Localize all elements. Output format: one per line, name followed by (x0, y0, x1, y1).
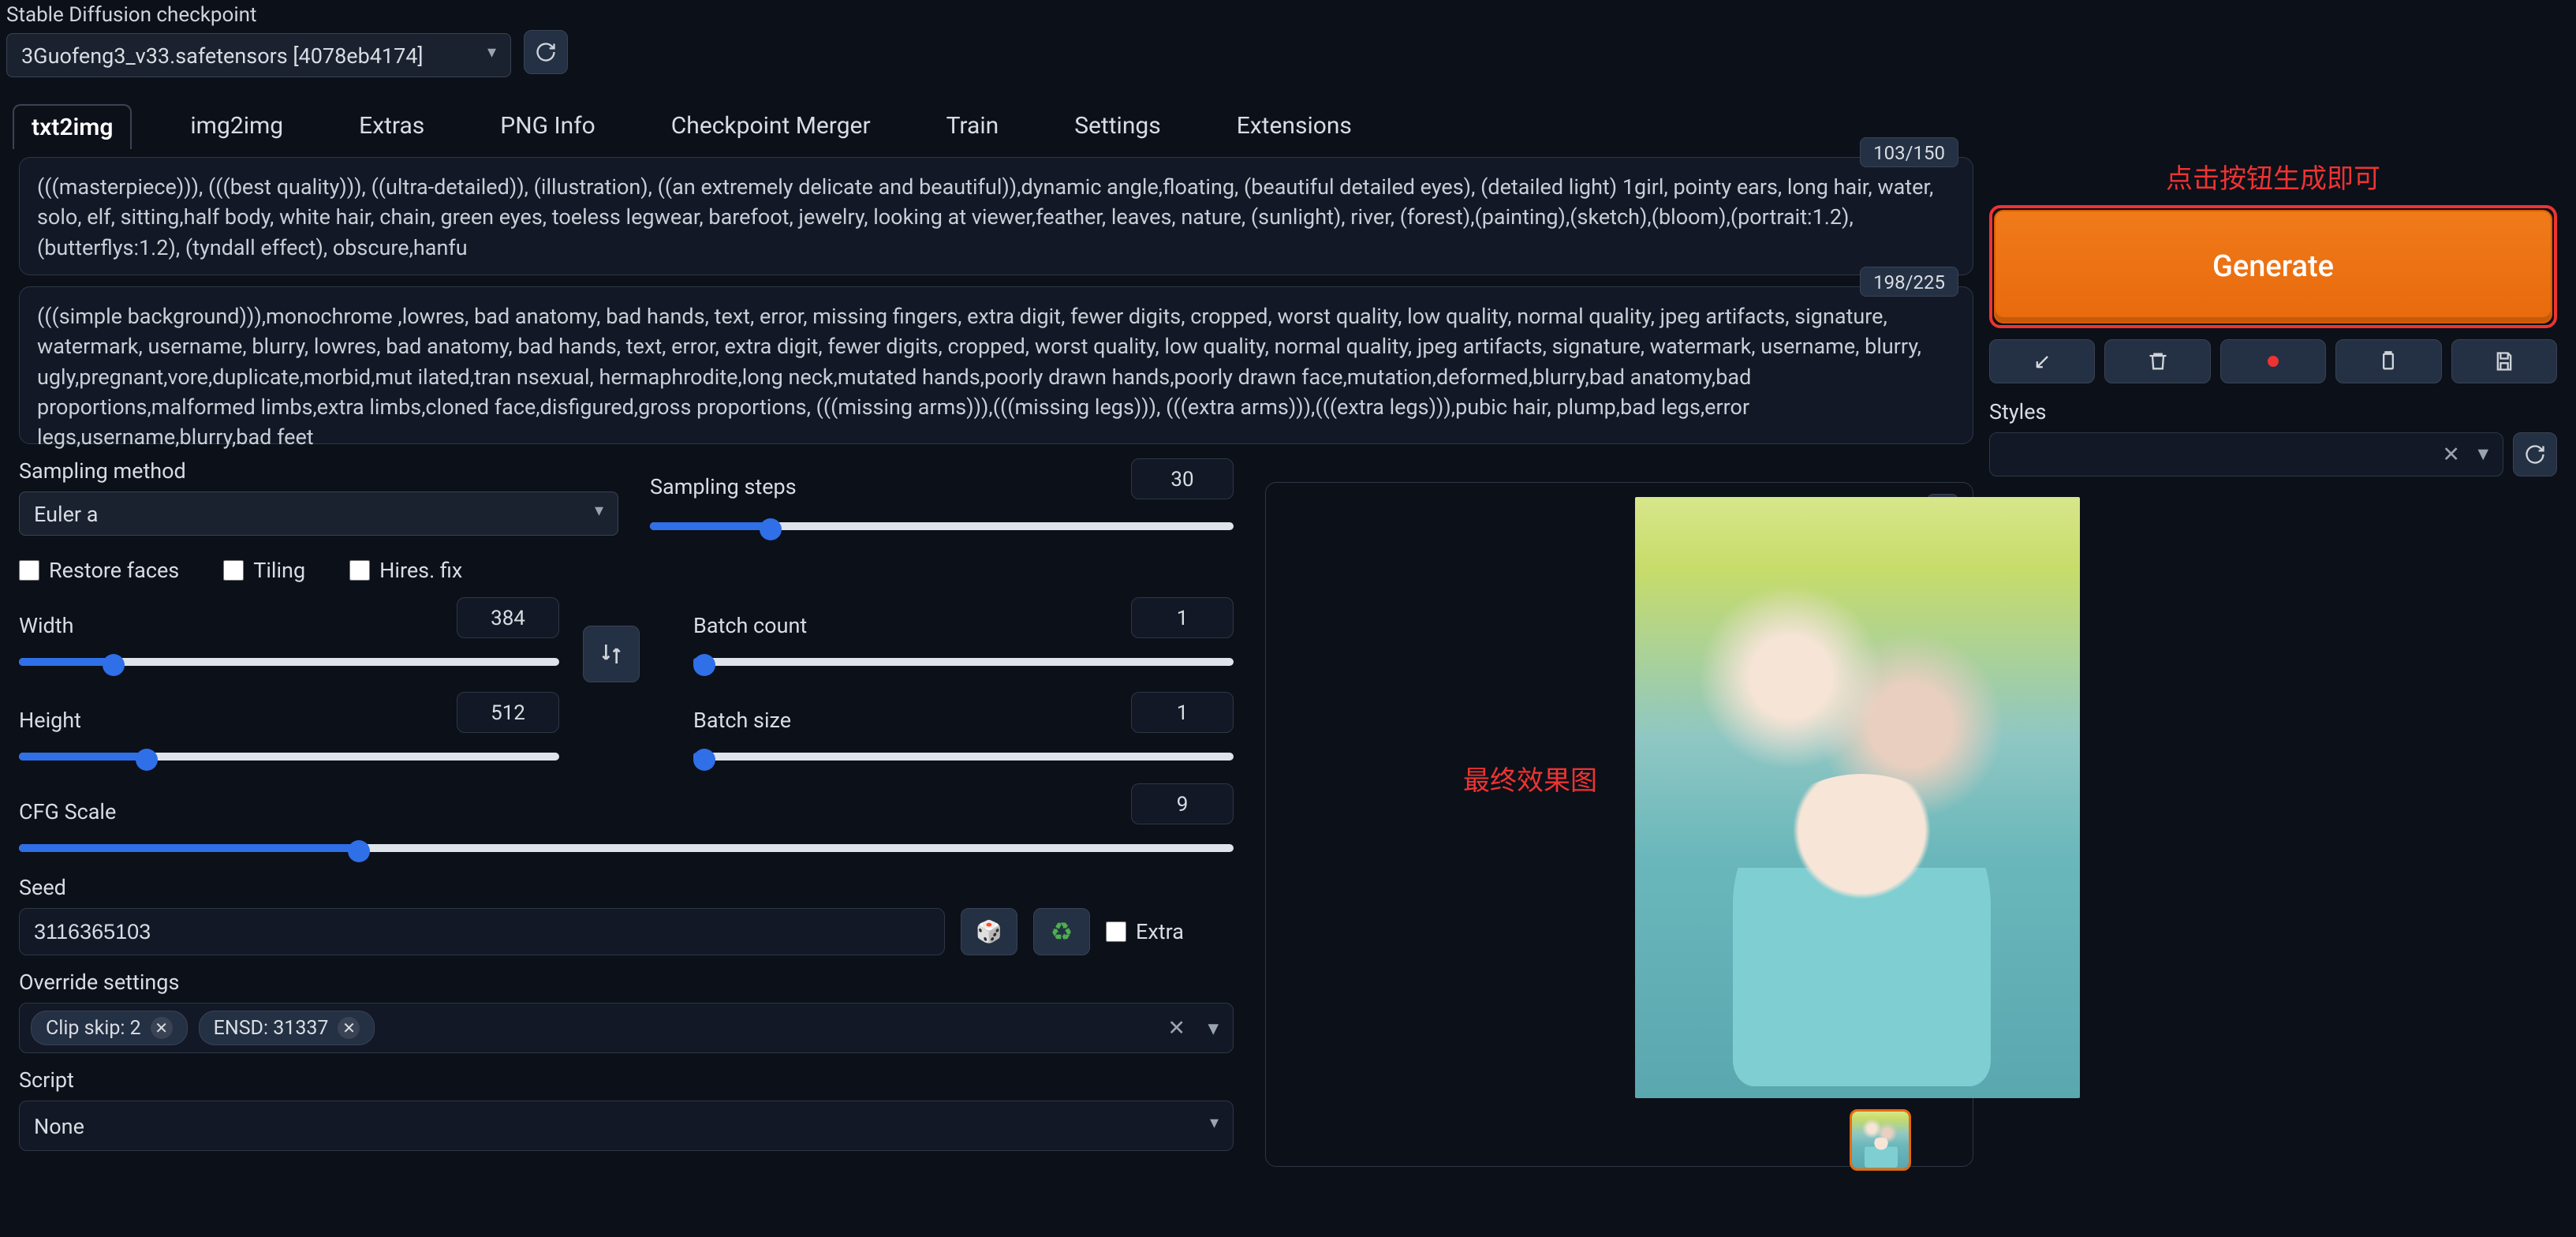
reload-checkpoint-button[interactable] (524, 30, 568, 74)
override-tag-ensd[interactable]: ENSD: 31337✕ (199, 1011, 375, 1045)
annotation-result: 最终效果图 (1463, 759, 1597, 798)
clipboard-button[interactable] (2335, 339, 2441, 383)
cfg-slider[interactable] (19, 835, 1234, 861)
prompt-text: (((masterpiece))), (((best quality))), (… (37, 174, 1933, 260)
width-slider[interactable] (19, 649, 559, 675)
checkpoint-select[interactable]: 3Guofeng3_v33.safetensors [4078eb4174] ▾ (6, 33, 511, 77)
annotation-top: 点击按钮生成即可 (1989, 157, 2557, 196)
width-value[interactable]: 384 (457, 597, 559, 638)
override-settings[interactable]: Clip skip: 2✕ ENSD: 31337✕ ✕ ▾ (19, 1003, 1234, 1053)
generate-highlight: Generate (1989, 205, 2557, 328)
close-icon[interactable]: ✕ (338, 1017, 360, 1039)
reuse-seed-button[interactable]: ♻ (1033, 908, 1090, 955)
batch-count-label: Batch count (693, 613, 807, 638)
chevron-down-icon: ▾ (1210, 1098, 1219, 1149)
chevron-down-icon: ▾ (1208, 1015, 1219, 1041)
tab-extras[interactable]: Extras (342, 104, 442, 149)
prompt-textarea[interactable]: 103/150 (((masterpiece))), (((best quali… (19, 157, 1973, 275)
negative-prompt-counter: 198/225 (1860, 267, 1958, 297)
batch-count-slider[interactable] (693, 649, 1234, 675)
sampling-steps-value[interactable]: 30 (1131, 458, 1234, 499)
checkpoint-label: Stable Diffusion checkpoint (6, 3, 2570, 27)
tab-pnginfo[interactable]: PNG Info (483, 104, 612, 149)
restore-faces-label: Restore faces (49, 558, 179, 583)
negative-prompt-textarea[interactable]: 198/225 (((simple background))),monochro… (19, 286, 1973, 444)
styles-select[interactable]: ✕ ▾ (1989, 432, 2503, 476)
height-value[interactable]: 512 (457, 692, 559, 733)
tab-train[interactable]: Train (929, 104, 1017, 149)
sampling-method-select[interactable]: Euler a ▾ (19, 491, 618, 536)
output-panel: ✕ 最终效果图 (1265, 482, 1973, 1167)
tab-checkpoint-merger[interactable]: Checkpoint Merger (654, 104, 888, 149)
batch-size-label: Batch size (693, 708, 791, 733)
override-label: Override settings (19, 970, 1234, 995)
restore-faces-checkbox[interactable]: Restore faces (19, 558, 179, 583)
chevron-down-icon: ▾ (487, 31, 496, 75)
arrow-in-button[interactable]: ↙ (1989, 339, 2095, 383)
output-thumbnail[interactable] (1850, 1109, 1911, 1171)
height-label: Height (19, 708, 81, 733)
tab-extensions[interactable]: Extensions (1219, 104, 1369, 149)
generate-button[interactable]: Generate (1994, 210, 2552, 323)
clear-icon[interactable]: ✕ (2442, 442, 2460, 467)
styles-label: Styles (1989, 399, 2557, 424)
override-tag-clipskip[interactable]: Clip skip: 2✕ (31, 1011, 188, 1045)
sampling-method-label: Sampling method (19, 458, 618, 484)
batch-count-value[interactable]: 1 (1131, 597, 1234, 638)
script-label: Script (19, 1067, 1234, 1093)
tab-txt2img[interactable]: txt2img (13, 104, 132, 149)
batch-size-value[interactable]: 1 (1131, 692, 1234, 733)
checkpoint-value: 3Guofeng3_v33.safetensors [4078eb4174] (21, 43, 424, 69)
prompt-counter: 103/150 (1860, 137, 1958, 167)
width-label: Width (19, 613, 73, 638)
generated-image[interactable] (1635, 497, 2080, 1098)
chevron-down-icon: ▾ (595, 489, 603, 533)
chevron-down-icon: ▾ (2477, 440, 2488, 465)
reload-styles-button[interactable] (2513, 432, 2557, 476)
trash-button[interactable] (2104, 339, 2210, 383)
sampling-steps-slider[interactable] (650, 514, 1234, 539)
seed-input[interactable] (19, 908, 945, 955)
styles-button[interactable] (2220, 339, 2326, 383)
seed-extra-label: Extra (1136, 919, 1184, 944)
close-icon[interactable]: ✕ (151, 1017, 173, 1039)
tab-bar: txt2img img2img Extras PNG Info Checkpoi… (13, 104, 2570, 149)
tiling-label: Tiling (253, 558, 305, 583)
hiresfix-checkbox[interactable]: Hires. fix (349, 558, 462, 583)
tiling-checkbox[interactable]: Tiling (223, 558, 305, 583)
script-select[interactable]: None ▾ (19, 1101, 1234, 1151)
tab-settings[interactable]: Settings (1057, 104, 1178, 149)
height-slider[interactable] (19, 744, 559, 769)
seed-label: Seed (19, 875, 1234, 900)
clear-icon[interactable]: ✕ (1167, 1015, 1185, 1041)
hiresfix-label: Hires. fix (379, 558, 462, 583)
tab-img2img[interactable]: img2img (173, 104, 301, 149)
seed-extra-checkbox[interactable]: Extra (1106, 919, 1184, 944)
random-seed-button[interactable]: 🎲 (961, 908, 1017, 955)
sampling-method-value: Euler a (34, 502, 98, 527)
batch-size-slider[interactable] (693, 744, 1234, 769)
negative-prompt-text: (((simple background))),monochrome ,lowr… (37, 304, 1921, 450)
cfg-label: CFG Scale (19, 799, 116, 824)
sampling-steps-label: Sampling steps (650, 474, 797, 499)
save-button[interactable] (2451, 339, 2557, 383)
script-value: None (34, 1114, 84, 1139)
cfg-value[interactable]: 9 (1131, 783, 1234, 824)
swap-dimensions-button[interactable] (583, 626, 640, 682)
